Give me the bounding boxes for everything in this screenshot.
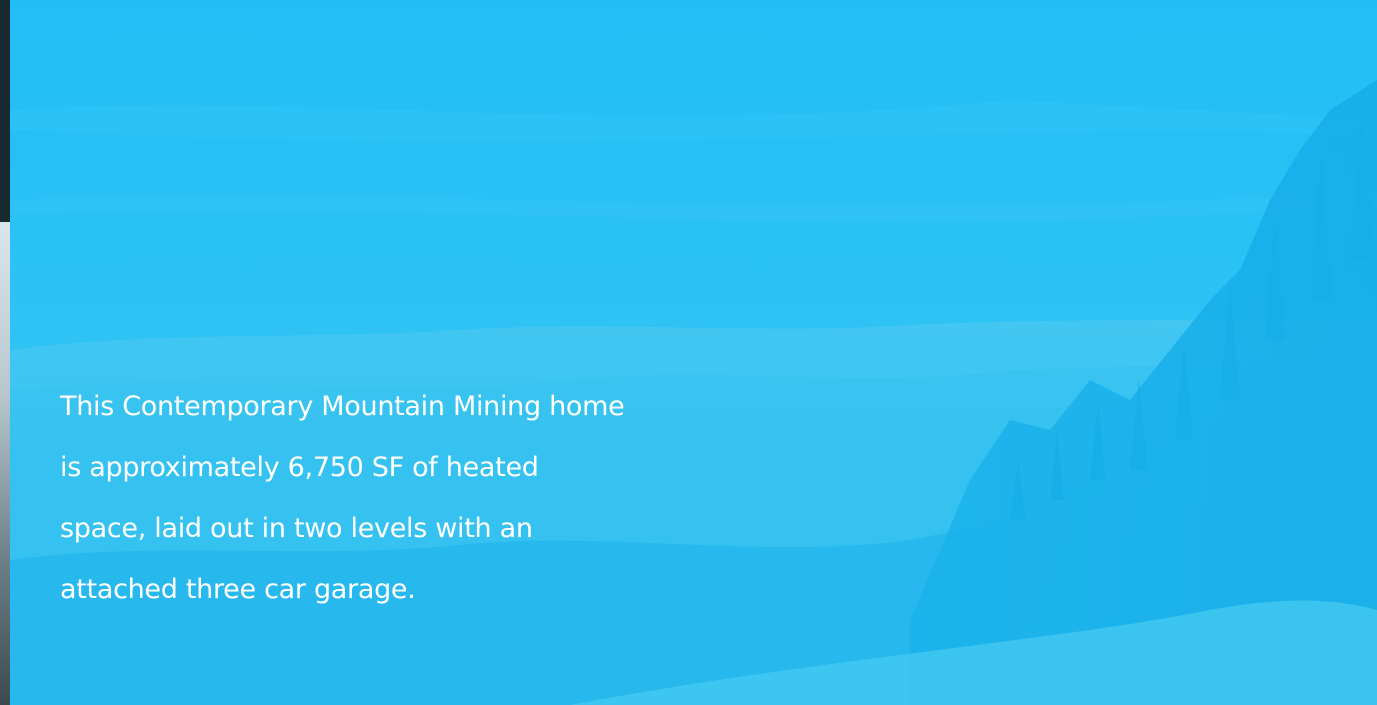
project-description: This Contemporary Mountain Mining home i…: [60, 376, 700, 620]
description-line: attached three car garage.: [60, 574, 416, 605]
description-line: space, laid out in two levels with an: [60, 513, 533, 544]
description-line: This Contemporary Mountain Mining home: [60, 391, 625, 422]
side-panel-edge: [0, 0, 10, 222]
description-line: is approximately 6,750 SF of heated: [60, 452, 539, 483]
side-photo-edge: [0, 222, 10, 705]
page: This Contemporary Mountain Mining home i…: [0, 0, 1377, 705]
hero-section: This Contemporary Mountain Mining home i…: [10, 0, 1377, 705]
